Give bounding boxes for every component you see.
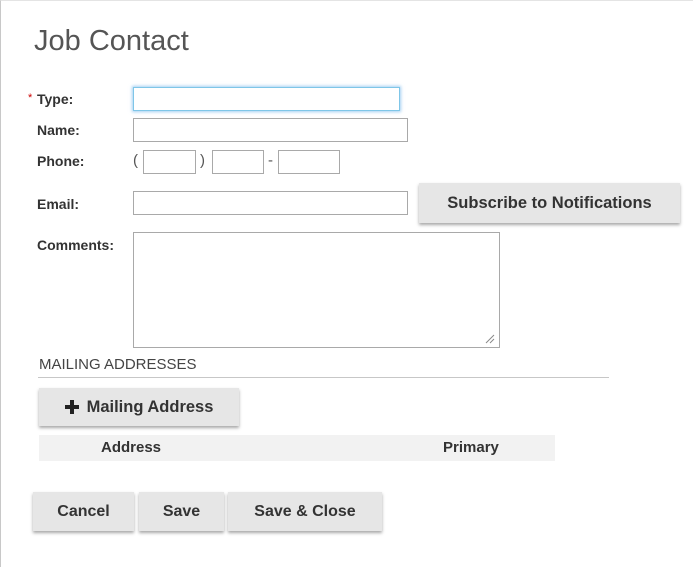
name-input[interactable] [133,118,408,142]
comments-textarea[interactable] [133,232,500,348]
phone-line-input[interactable] [278,150,340,174]
email-input[interactable] [133,191,408,215]
phone-dash: - [268,152,273,169]
column-header-primary[interactable]: Primary [443,439,499,456]
required-marker: * [28,92,33,104]
comments-label: Comments: [37,237,115,253]
save-and-close-button[interactable]: Save & Close [228,492,382,531]
name-label: Name: [37,122,80,138]
email-label: Email: [37,196,80,212]
job-contact-dialog: Job Contact * Type: Name: Phone: ( ) - E… [0,0,693,567]
type-label: Type: [37,91,74,107]
mailing-addresses-heading: MAILING ADDRESSES [39,356,197,373]
section-divider [38,377,609,378]
type-input[interactable] [133,87,400,111]
page-title: Job Contact [34,25,189,57]
phone-open-paren: ( [133,152,138,169]
phone-close-paren: ) [200,152,205,169]
add-mailing-address-label: Mailing Address [86,397,214,416]
add-mailing-address-button[interactable]: Mailing Address [39,388,239,426]
resize-grip-icon[interactable] [483,332,495,344]
mailing-address-table-header: Address Primary [39,435,555,461]
save-button[interactable]: Save [139,492,224,531]
phone-prefix-input[interactable] [212,150,264,174]
phone-area-code-input[interactable] [143,150,196,174]
column-header-address[interactable]: Address [101,439,161,456]
cancel-button[interactable]: Cancel [33,492,134,531]
phone-label: Phone: [37,153,85,169]
subscribe-notifications-button[interactable]: Subscribe to Notifications [419,183,680,223]
plus-icon [64,400,79,414]
